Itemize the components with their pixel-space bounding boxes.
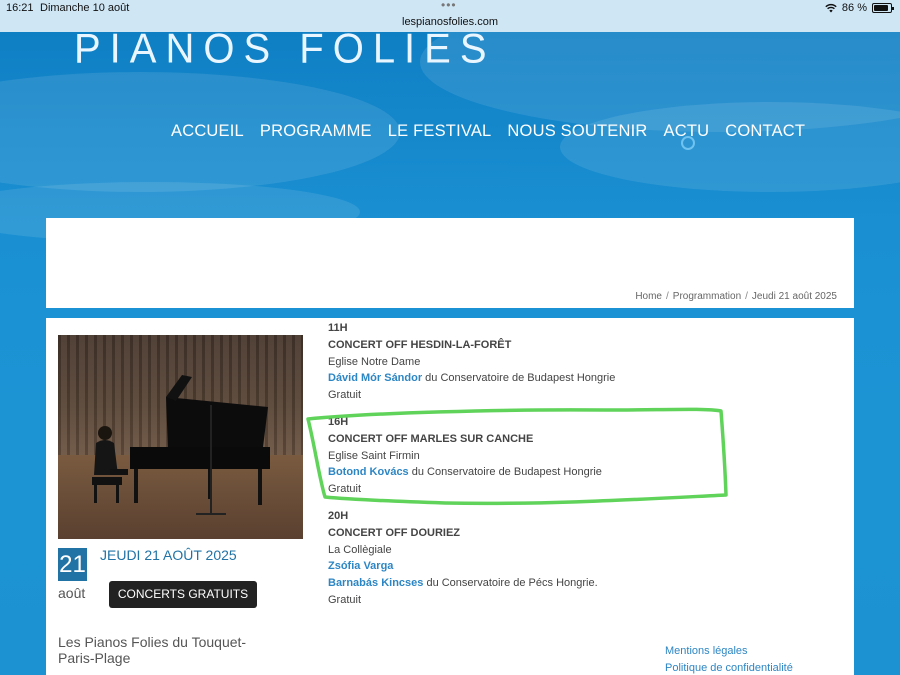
artist-affiliation: du Conservatoire de Pécs Hongrie.	[423, 577, 598, 590]
concert-item: 16H CONCERT OFF MARLES SUR CANCHE Eglise…	[328, 414, 808, 498]
battery-percent: 86 %	[841, 2, 867, 14]
breadcrumb-programmation[interactable]: Programmation	[673, 291, 741, 302]
concert-title: CONCERT OFF DOURIEZ	[328, 526, 460, 539]
nav-accueil[interactable]: ACCUEIL	[171, 122, 244, 141]
breadcrumb-separator: /	[666, 291, 669, 302]
main-nav: ACCUEIL PROGRAMME LE FESTIVAL NOUS SOUTE…	[171, 122, 805, 141]
breadcrumb: Home / Programmation / Jeudi 21 août 202…	[635, 291, 837, 302]
concert-price: Gratuit	[328, 483, 362, 496]
artist-affiliation: du Conservatoire de Budapest Hongrie	[408, 466, 602, 479]
breadcrumb-home[interactable]: Home	[635, 291, 662, 302]
privacy-policy-link[interactable]: Politique de confidentialité	[665, 660, 793, 675]
concert-time: 11H	[328, 322, 348, 334]
concert-price: Gratuit	[328, 593, 362, 606]
concert-time: 20H	[328, 509, 349, 522]
breadcrumb-panel: Home / Programmation / Jeudi 21 août 202…	[46, 218, 854, 308]
nav-contact[interactable]: CONTACT	[725, 122, 805, 141]
concert-venue: Eglise Saint Firmin	[328, 449, 420, 462]
event-month: août	[58, 585, 86, 601]
concert-item: 20H CONCERT OFF DOURIEZ La Collègiale Zs…	[328, 508, 808, 609]
status-indicators: 86 %	[825, 2, 894, 14]
multitask-dots-icon[interactable]: •••	[441, 0, 457, 12]
concert-venue: Eglise Notre Dame	[328, 355, 421, 368]
concert-venue: La Collègiale	[328, 543, 392, 556]
piano-image	[92, 375, 270, 515]
event-day-badge: 21	[58, 548, 87, 581]
artist-affiliation: du Conservatoire de Budapest Hongrie	[422, 372, 616, 385]
event-photo	[58, 335, 303, 539]
concert-price: Gratuit	[328, 389, 362, 402]
wifi-icon	[825, 3, 837, 13]
concert-item: 11H CONCERT OFF HESDIN-LA-FORÊT Eglise N…	[328, 320, 808, 404]
status-date: Dimanche 10 août	[40, 2, 130, 14]
nav-nous-soutenir[interactable]: NOUS SOUTENIR	[507, 122, 647, 141]
concerts-gratuits-tag[interactable]: CONCERTS GRATUITS	[109, 581, 257, 608]
site-name: Les Pianos Folies du Touquet-Paris-Plage	[58, 634, 247, 666]
nav-le-festival[interactable]: LE FESTIVAL	[388, 122, 492, 141]
artist-link[interactable]: Botond Kovács	[328, 466, 409, 478]
concert-time: 16H	[328, 415, 349, 428]
battery-icon	[872, 3, 894, 13]
breadcrumb-separator: /	[745, 291, 748, 302]
mentions-legales-link[interactable]: Mentions légales	[665, 643, 793, 660]
nav-programme[interactable]: PROGRAMME	[260, 122, 372, 141]
concert-title: CONCERT OFF HESDIN-LA-FORÊT	[328, 338, 512, 351]
status-bar: 16:21 Dimanche 10 août ••• lespianosfoli…	[0, 0, 900, 32]
legal-links: Mentions légales Politique de confidenti…	[665, 643, 793, 675]
address-bar-url[interactable]: lespianosfolies.com	[0, 16, 900, 28]
event-date-title: JEUDI 21 AOÛT 2025	[100, 547, 237, 563]
concert-title: CONCERT OFF MARLES SUR CANCHE	[328, 432, 534, 445]
artist-link[interactable]: Zsófia Varga	[328, 560, 393, 572]
artist-link[interactable]: Barnabás Kincses	[328, 577, 423, 589]
concert-program: 11H CONCERT OFF HESDIN-LA-FORÊT Eglise N…	[328, 320, 808, 619]
status-time: 16:21	[6, 2, 34, 14]
touch-cursor-icon	[681, 136, 695, 150]
breadcrumb-current: Jeudi 21 août 2025	[751, 291, 837, 302]
site-logo[interactable]: PIANOS FOLIES	[74, 32, 496, 67]
artist-link[interactable]: Dávid Mór Sándor	[328, 372, 422, 384]
